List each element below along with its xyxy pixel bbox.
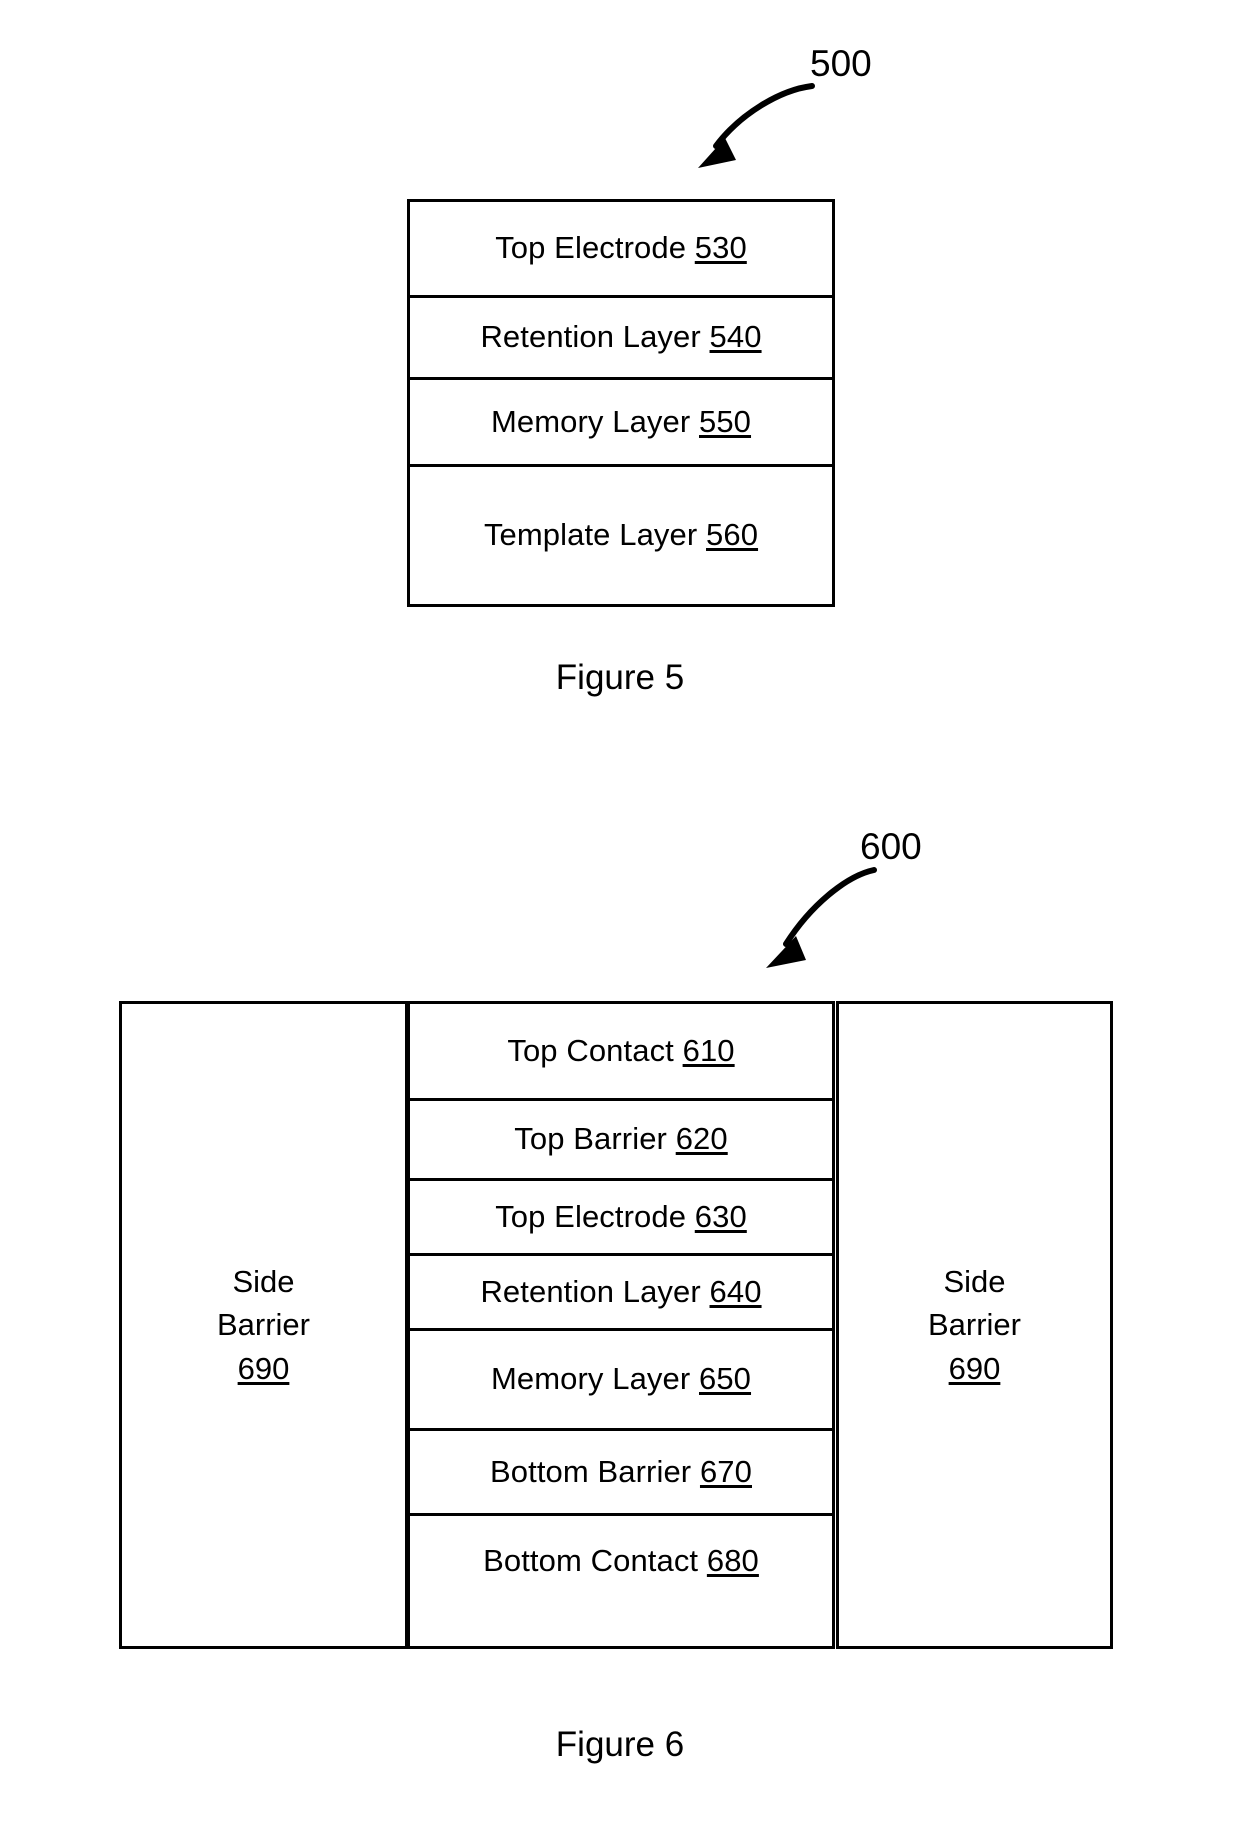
layer-ref: 630 xyxy=(694,1198,747,1234)
layer-bottom-contact-680: Bottom Contact 680 xyxy=(410,1516,832,1606)
layer-name: Bottom Barrier xyxy=(490,1453,692,1489)
layer-label: Retention Layer 640 xyxy=(480,1273,762,1310)
side-barrier-line-1: Side xyxy=(232,1263,295,1299)
side-barrier-left-690: Side Barrier 690 xyxy=(119,1001,408,1649)
layer-name: Bottom Contact xyxy=(483,1542,699,1578)
layer-ref: 560 xyxy=(706,517,759,553)
layer-template-layer-560: Template Layer 560 xyxy=(410,467,832,604)
layer-ref: 610 xyxy=(682,1032,735,1068)
side-barrier-ref: 690 xyxy=(237,1350,290,1386)
layer-name: Memory Layer xyxy=(490,1361,691,1397)
layer-top-barrier-620: Top Barrier 620 xyxy=(410,1101,832,1181)
layer-label: Top Electrode 630 xyxy=(495,1198,747,1235)
patent-drawing-sheet: 500 Top Electrode 530 Retention Layer 54… xyxy=(0,0,1240,1831)
layer-retention-layer-640: Retention Layer 640 xyxy=(410,1256,832,1331)
layer-label: Bottom Barrier 670 xyxy=(490,1453,752,1490)
layer-bottom-barrier-670: Bottom Barrier 670 xyxy=(410,1431,832,1516)
side-barrier-line-2: Barrier xyxy=(216,1307,310,1343)
layer-top-contact-610: Top Contact 610 xyxy=(410,1004,832,1101)
layer-label: Memory Layer 650 xyxy=(490,1361,752,1397)
layer-memory-layer-550: Memory Layer 550 xyxy=(410,380,832,468)
figure-6-callout-number: 600 xyxy=(860,826,922,867)
figure-5-leader-arrow xyxy=(698,83,815,168)
figure-5-caption: Figure 5 xyxy=(555,658,685,697)
figure-5-callout-number: 500 xyxy=(810,43,872,84)
side-barrier-line-1: Side xyxy=(943,1263,1006,1299)
layer-name: Top Contact xyxy=(507,1032,674,1068)
layer-ref: 550 xyxy=(699,403,752,439)
layer-label: Memory Layer 550 xyxy=(490,403,752,440)
layer-ref: 530 xyxy=(694,229,747,265)
layer-name: Top Electrode xyxy=(495,229,687,265)
layer-retention-layer-540: Retention Layer 540 xyxy=(410,297,832,381)
side-barrier-line-2: Barrier xyxy=(927,1307,1021,1343)
side-barrier-ref: 690 xyxy=(948,1350,1001,1386)
layer-ref: 680 xyxy=(706,1542,759,1578)
layer-ref: 640 xyxy=(709,1273,762,1309)
figure-5-layer-stack: Top Electrode 530 Retention Layer 540 Me… xyxy=(407,199,835,607)
layer-name: Retention Layer xyxy=(480,319,701,355)
layer-name: Retention Layer xyxy=(480,1273,701,1309)
layer-ref: 650 xyxy=(699,1361,752,1397)
layer-label: Retention Layer 540 xyxy=(480,319,762,355)
side-barrier-right-690: Side Barrier 690 xyxy=(836,1001,1113,1649)
layer-top-electrode-530: Top Electrode 530 xyxy=(410,202,832,298)
layer-ref: 670 xyxy=(699,1453,752,1489)
layer-top-electrode-630: Top Electrode 630 xyxy=(410,1181,832,1256)
layer-label: Top Contact 610 xyxy=(507,1032,735,1069)
layer-name: Top Barrier xyxy=(514,1121,667,1157)
layer-label: Top Barrier 620 xyxy=(514,1121,728,1157)
layer-name: Template Layer xyxy=(483,517,698,553)
layer-ref: 620 xyxy=(675,1121,728,1157)
layer-memory-layer-650: Memory Layer 650 xyxy=(410,1331,832,1431)
layer-ref: 540 xyxy=(709,319,762,355)
figure-6-leader-arrow xyxy=(766,867,877,968)
layer-name: Top Electrode xyxy=(495,1198,687,1234)
layer-label: Top Electrode 530 xyxy=(495,229,747,266)
layer-name: Memory Layer xyxy=(490,403,691,439)
layer-label: Template Layer 560 xyxy=(483,517,759,553)
figure-6-caption: Figure 6 xyxy=(555,1725,685,1764)
layer-label: Bottom Contact 680 xyxy=(483,1542,759,1579)
figure-6-layer-stack: Top Contact 610 Top Barrier 620 Top Elec… xyxy=(407,1001,835,1649)
